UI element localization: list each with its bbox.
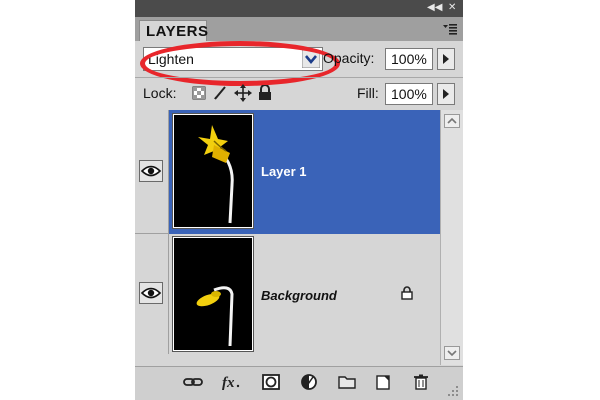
lock-transparent-pixels-icon[interactable] xyxy=(192,86,206,100)
eye-icon xyxy=(140,165,162,177)
layers-list: Layer 1 Background xyxy=(135,110,440,365)
opacity-label: Opacity: xyxy=(323,50,375,66)
layer-style-fx-icon[interactable]: fx xyxy=(221,373,241,391)
highlight-ring xyxy=(140,41,340,86)
fill-slider-button[interactable] xyxy=(437,83,455,105)
tab-layers[interactable]: LAYERS xyxy=(139,20,209,41)
blend-mode-select[interactable]: Lighten xyxy=(140,41,340,86)
layer-name[interactable]: Layer 1 xyxy=(261,164,307,179)
opacity-input[interactable]: 100% xyxy=(385,48,433,70)
add-mask-icon[interactable] xyxy=(261,373,281,391)
opacity-value: 100% xyxy=(391,51,427,67)
scroll-up-icon[interactable] xyxy=(444,114,460,128)
new-layer-icon[interactable] xyxy=(373,373,393,391)
lock-position-icon[interactable] xyxy=(234,84,252,102)
panel-footer: fx xyxy=(135,366,463,400)
resize-grip-icon[interactable] xyxy=(447,385,459,397)
lock-icon xyxy=(401,286,413,300)
link-layers-icon[interactable] xyxy=(183,373,203,391)
layer-thumbnail[interactable] xyxy=(172,113,254,229)
panel-menu-icon[interactable] xyxy=(443,22,457,36)
fill-label: Fill: xyxy=(357,85,379,101)
layers-panel: ◀◀ ✕ LAYERS Lighten Opacity: 100% Lock: xyxy=(135,0,463,400)
close-icon[interactable]: ✕ xyxy=(448,2,456,14)
collapse-icon[interactable]: ◀◀ xyxy=(427,2,442,14)
lock-all-icon[interactable] xyxy=(258,85,272,101)
lock-image-pixels-icon[interactable] xyxy=(212,85,228,101)
flower-thumbnail-image xyxy=(198,125,234,224)
scroll-down-icon[interactable] xyxy=(444,346,460,360)
layer-visibility-toggle[interactable] xyxy=(139,160,163,182)
fill-input[interactable]: 100% xyxy=(385,83,433,105)
panel-tab-row: LAYERS xyxy=(135,17,463,41)
delete-layer-icon[interactable] xyxy=(411,373,431,391)
new-group-icon[interactable] xyxy=(337,373,357,391)
layer-thumbnail[interactable] xyxy=(172,236,254,352)
divider xyxy=(135,77,463,78)
adjustment-layer-icon[interactable] xyxy=(299,373,319,391)
layer-row-background[interactable]: Background xyxy=(169,234,440,354)
visibility-column xyxy=(135,234,169,354)
eye-icon xyxy=(140,287,162,299)
panel-title-bar: ◀◀ ✕ xyxy=(135,0,463,17)
layer-name[interactable]: Background xyxy=(261,288,337,303)
tab-layers-label: LAYERS xyxy=(146,23,209,40)
layers-scrollbar[interactable] xyxy=(440,110,463,365)
visibility-column xyxy=(135,110,169,234)
opacity-slider-button[interactable] xyxy=(437,48,455,70)
svg-text:fx: fx xyxy=(222,375,235,391)
layer-row-layer-1[interactable]: Layer 1 xyxy=(169,110,440,234)
layer-visibility-toggle[interactable] xyxy=(139,282,163,304)
lock-label: Lock: xyxy=(143,85,177,101)
flower-thumbnail-image xyxy=(196,286,234,347)
fill-value: 100% xyxy=(391,86,427,102)
